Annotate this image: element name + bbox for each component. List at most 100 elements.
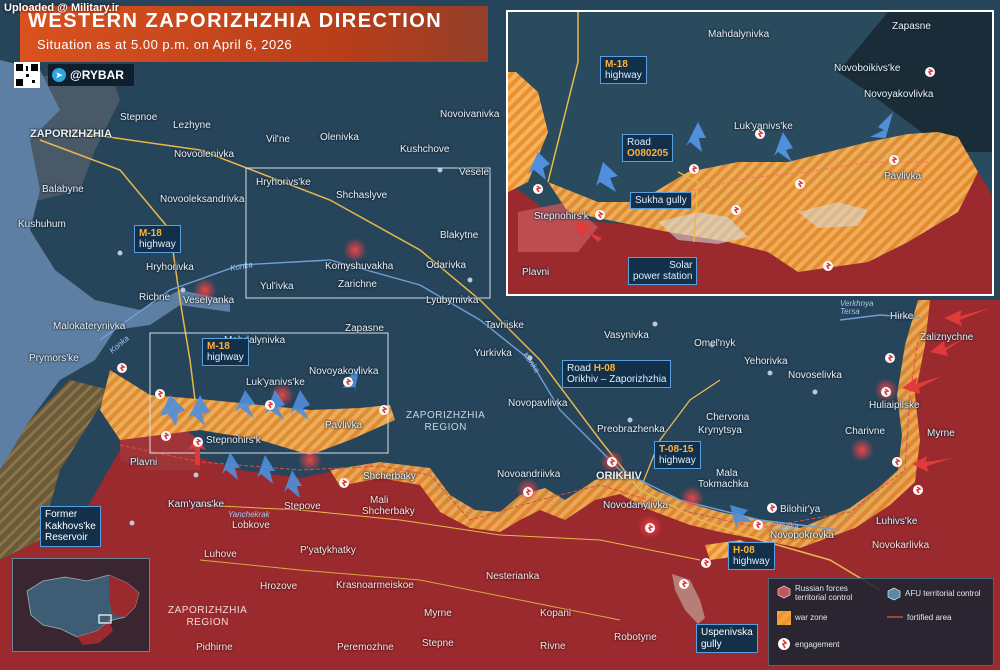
place-hirke: Hirke <box>890 311 914 322</box>
place-novoyakovlivka: Novoyakovlivka <box>309 366 379 377</box>
place-mali: Mali <box>370 495 389 506</box>
place-malokaterynivka: Malokaterynivka <box>53 321 126 332</box>
place-zaliznychne: Zaliznychne <box>920 332 974 343</box>
place-peremozhne: Peremozhne <box>337 642 394 653</box>
place-charivne: Charivne <box>845 426 886 437</box>
legend-warzone-label: war zone <box>795 613 828 622</box>
place-lezhyne: Lezhyne <box>173 120 211 131</box>
place-novoivanivka: Novoivanivka <box>440 109 500 120</box>
inset-sukha-gully: Sukha gully <box>630 192 692 209</box>
place-myrne: Myrne <box>927 428 955 439</box>
place-zapasne: Zapasne <box>345 323 384 334</box>
place-stepnoe: Stepnoe <box>120 112 158 123</box>
place-vil-ne: Vil'ne <box>266 134 290 145</box>
place-hryhorivka: Hryhorivka <box>146 262 194 273</box>
legend-russian-label: Russian forces territorial control <box>795 584 853 602</box>
place-yehorivka: Yehorivka <box>744 356 788 367</box>
place-richne: Richne <box>139 292 171 303</box>
inset-place-stepnohirsk: Stepnohirs'k <box>534 211 589 222</box>
qr-code-icon <box>14 62 40 88</box>
legend-fortified-label: fortified area <box>907 613 952 622</box>
place-krynytsya: Krynytsya <box>698 425 742 436</box>
place-mala: Mala <box>716 468 738 479</box>
place-novoolenivka: Novoolenivka <box>174 149 235 160</box>
place-luk-yanivs-ke: Luk'yanivs'ke <box>246 377 305 388</box>
reservoir-callout: Former Kakhovs'ke Reservoir <box>40 506 101 547</box>
place-tokmachka: Tokmachka <box>698 479 749 490</box>
telegram-icon: ➤ <box>52 68 66 82</box>
place-kushuhum: Kushuhum <box>18 219 66 230</box>
place-orikhiv: ORIKHIV <box>596 470 642 482</box>
river-label-yanchekrak: Yanchekrak <box>228 510 270 519</box>
inset-map: Zapasne Mahdalynivka Novoboikivs'ke Novo… <box>506 10 994 296</box>
road-tag-m18-main: M-18 highway <box>134 225 181 253</box>
place-lyubymivka: Lyubymivka <box>426 295 479 306</box>
inset-road-m18: M-18 highway <box>600 56 647 84</box>
place-stepnohirs-k: Stepnohirs'k <box>206 435 261 446</box>
rybar-brand: ➤ @RYBAR <box>48 64 134 86</box>
place-zarichne: Zarichne <box>338 279 377 290</box>
place-kushchove: Kushchove <box>400 144 450 155</box>
place-lobkove: Lobkove <box>232 520 270 531</box>
legend-engagement-label: engagement <box>795 640 840 649</box>
inset-place-zapasne: Zapasne <box>892 21 931 32</box>
place-p-yatykhatky: P'yatykhatky <box>300 545 356 556</box>
place-vesele: Vesele <box>459 167 490 178</box>
place-hryhorivs-ke: Hryhorivs'ke <box>256 177 311 188</box>
inset-place-plavni: Plavni <box>522 267 550 278</box>
place-stepne: Stepne <box>422 638 454 649</box>
place-shcherbaky: Shcherbaky <box>362 506 415 517</box>
inset-solar-station: Solar power station <box>628 257 698 285</box>
place-luhove: Luhove <box>204 549 237 560</box>
place-prymors-ke: Prymors'ke <box>29 353 79 364</box>
legend-russian-swatch <box>777 585 791 599</box>
place-olenivka: Olenivka <box>320 132 359 143</box>
region-label-north: ZAPORIZHZHIA REGION <box>406 410 486 433</box>
place-rivne: Rivne <box>540 641 566 652</box>
place-myrne: Myrne <box>424 608 452 619</box>
place-kam-yans-ke: Kam'yans'ke <box>168 499 225 510</box>
map-legend: Russian forces territorial control AFU t… <box>768 578 994 666</box>
place-plavni: Plavni <box>130 457 158 468</box>
place-pidhirne: Pidhirne <box>196 642 233 653</box>
place-hrozove: Hrozove <box>260 581 298 592</box>
road-tag-t0815: T-08-15 highway <box>654 441 701 469</box>
place-novodanylivka: Novodanylivka <box>603 500 669 511</box>
brand-handle: @RYBAR <box>70 68 124 82</box>
place-blakytne: Blakytne <box>440 230 479 241</box>
place-novooleksandrivka: Novooleksandrivka <box>160 194 245 205</box>
place-novopavlivka: Novopavlivka <box>508 398 568 409</box>
place-novoselivka: Novoselivka <box>788 370 842 381</box>
upload-watermark: Uploaded @ Military.ir <box>4 2 120 14</box>
place-zaporizhzhia: ZAPORIZHZHIA <box>30 128 112 140</box>
place-balabyne: Balabyne <box>42 184 84 195</box>
inset-base <box>508 12 992 294</box>
road-tag-h08: Road H-08 Orikhiv – Zaporizhzhia <box>562 360 672 388</box>
river-label-verkhnya-tersa: Verkhnya Tersa <box>840 299 874 317</box>
place-yurkivka: Yurkivka <box>474 348 512 359</box>
place-kopani: Kopani <box>540 608 572 619</box>
place-novopokrovka: Novopokrovka <box>770 530 834 541</box>
place-chervona: Chervona <box>706 412 750 423</box>
place-shchaslyve: Shchaslyve <box>336 190 388 201</box>
place-nesterianka: Nesterianka <box>486 571 540 582</box>
region-label-south: ZAPORIZHZHIA REGION <box>168 605 248 628</box>
place-luhivs-ke: Luhivs'ke <box>876 516 918 527</box>
place-krasnoarmeiskoe: Krasnoarmeiskoe <box>336 580 414 591</box>
inset-place-mahdalynivka: Mahdalynivka <box>708 29 770 40</box>
place-tavriiske: Tavriiske <box>485 320 524 331</box>
place-vasynivka: Vasynivka <box>604 330 649 341</box>
uspenivska-callout: Uspenivska gully <box>696 624 758 653</box>
place-veselyanka: Veselyanka <box>183 295 235 306</box>
legend-warzone-swatch <box>777 611 791 625</box>
place-preobrazhenka: Preobrazhenka <box>597 424 665 435</box>
inset-place-pavlivka: Pavlivka <box>884 171 922 182</box>
place-stepove: Stepove <box>284 501 321 512</box>
ukraine-minimap <box>12 558 150 652</box>
place-omel-nyk: Omel'nyk <box>694 338 736 349</box>
map-subtitle: Situation as at 5.00 p.m. on April 6, 20… <box>37 37 293 52</box>
map-canvas: WESTERN ZAPORIZHZHIA DIRECTION Situation… <box>0 0 1000 670</box>
place-novokarlivka: Novokarlivka <box>872 540 930 551</box>
legend-afu-swatch <box>887 587 901 601</box>
place-novoandriivka: Novoandriivka <box>497 469 561 480</box>
